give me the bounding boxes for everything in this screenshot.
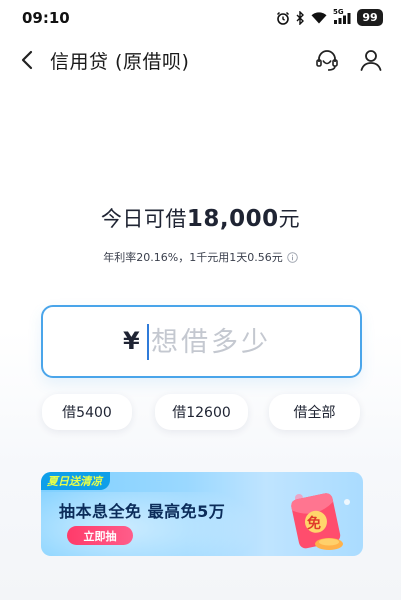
rate-text: 年利率20.16%，1千元用1天0.56元 [103,251,283,264]
headline-prefix: 今日可借 [100,207,187,231]
borrow-all-button[interactable]: 借全部 [269,394,360,430]
page-title: 信用贷 (原借呗) [50,51,190,73]
promo-banner[interactable]: 夏日送清凉 抽本息全免 最高免5万 立即抽 免 [41,472,363,556]
customer-service-icon[interactable] [314,47,340,73]
signal-icon: 5G [333,8,351,24]
amount-input[interactable] [151,321,341,363]
status-icons: 5G 99 [276,8,383,26]
borrow-12600-button[interactable]: 借12600 [155,394,248,430]
currency-symbol: ¥ [123,327,140,355]
text-caret [147,324,149,360]
headline-suffix: 元 [278,207,301,231]
wifi-icon [311,11,327,24]
borrow-5400-button[interactable]: 借5400 [42,394,132,430]
promo-tag: 夏日送清凉 [41,472,110,490]
back-arrow-icon[interactable] [16,48,40,72]
draw-now-button[interactable]: 立即抽 [67,526,133,545]
bluetooth-icon [296,10,305,25]
available-credit-headline: 今日可借18,000元 [0,203,401,233]
credit-amount: 18,000 [186,206,279,232]
status-bar: 09:10 5G 99 [0,0,401,36]
interest-rate-info: 年利率20.16%，1千元用1天0.56元 [0,249,401,265]
envelope-label: 免 [307,515,321,532]
network-type: 5G [333,8,344,16]
promo-title: 抽本息全免 最高免5万 [59,502,226,521]
alarm-icon [276,11,290,25]
user-icon[interactable] [358,47,384,73]
info-icon[interactable] [286,251,298,263]
red-envelope-icon: 免 [267,484,357,554]
status-time: 09:10 [22,9,70,27]
nav-bar: 信用贷 (原借呗) [0,40,401,80]
amount-input-box[interactable]: ¥ [41,305,362,378]
battery-indicator: 99 [357,9,383,26]
